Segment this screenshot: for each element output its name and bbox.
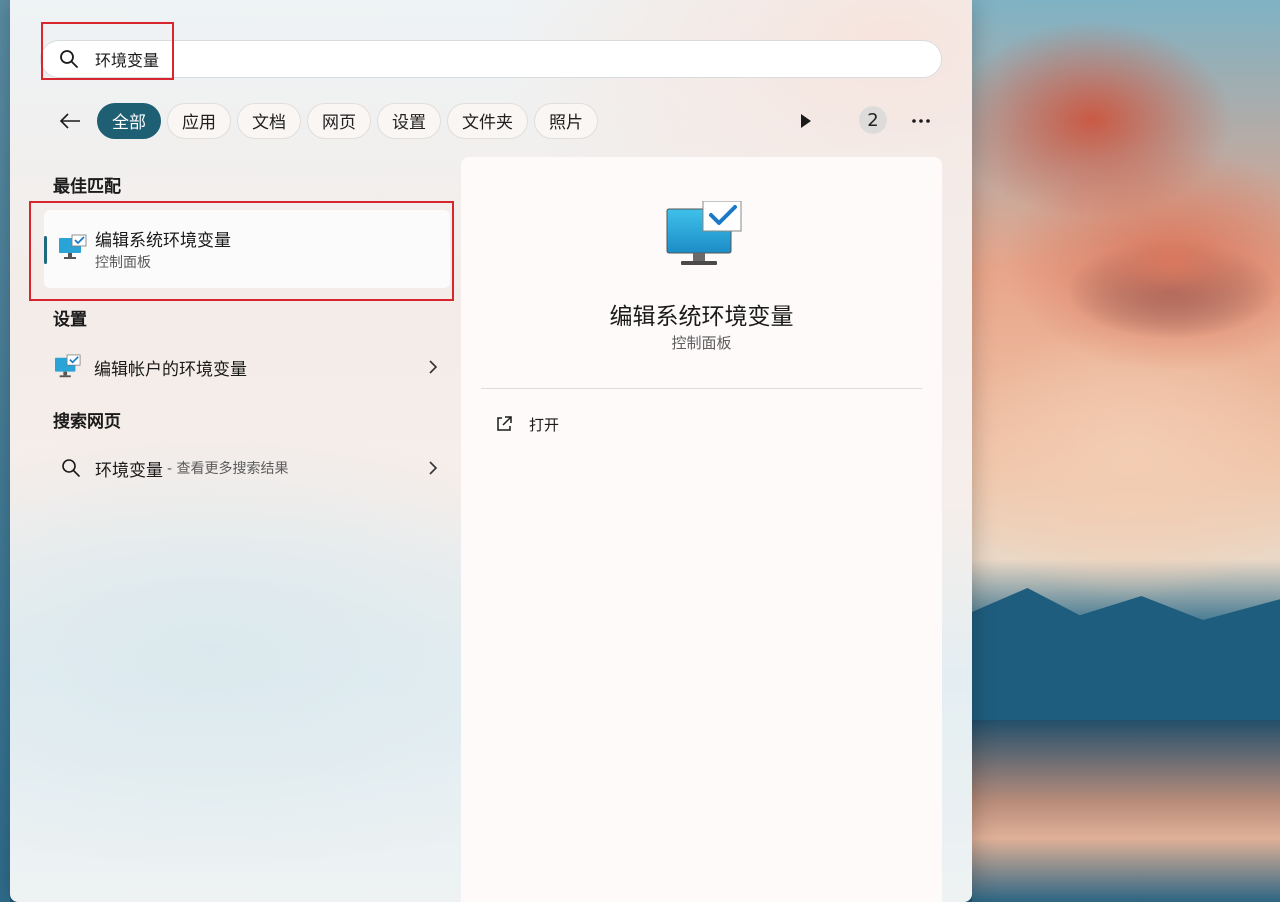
monitor-check-icon (666, 201, 742, 265)
best-match-heading: 最佳匹配 (53, 177, 121, 197)
desktop-edge (0, 0, 10, 902)
open-action[interactable]: 打开 (495, 411, 559, 437)
chevron-right-icon[interactable] (426, 460, 440, 476)
settings-heading: 设置 (53, 310, 87, 330)
result-count-badge[interactable]: 2 (859, 106, 887, 134)
more-icon[interactable] (910, 110, 932, 132)
filter-chip-documents[interactable]: 文档 (237, 102, 301, 139)
play-icon[interactable] (795, 111, 815, 131)
filter-chip-apps[interactable]: 应用 (167, 102, 231, 139)
settings-result-label: 编辑帐户的环境变量 (94, 359, 247, 380)
back-arrow-icon (59, 112, 80, 129)
detail-pane: 编辑系统环境变量 控制面板 打开 (461, 157, 942, 902)
back-button[interactable] (55, 106, 85, 136)
detail-subtitle: 控制面板 (671, 334, 732, 352)
detail-title: 编辑系统环境变量 (609, 304, 794, 330)
web-search-description: - 查看更多搜索结果 (167, 461, 289, 477)
chevron-right-icon[interactable] (426, 359, 440, 375)
search-box[interactable] (40, 40, 942, 78)
filter-chip-settings[interactable]: 设置 (377, 102, 441, 139)
web-search-result-item[interactable]: 环境变量 - 查看更多搜索结果 (61, 448, 440, 488)
search-input[interactable] (93, 48, 897, 70)
settings-result-item[interactable]: 编辑帐户的环境变量 (54, 347, 440, 387)
search-icon (62, 459, 80, 477)
filter-chip-all[interactable]: 全部 (97, 102, 161, 139)
wallpaper-lake (972, 720, 1280, 902)
open-action-label: 打开 (529, 415, 560, 434)
filter-chip-web[interactable]: 网页 (307, 102, 371, 139)
best-match-highlight-box (29, 201, 454, 301)
detail-divider (481, 388, 922, 389)
web-search-heading: 搜索网页 (53, 412, 121, 432)
monitor-check-icon (55, 354, 81, 378)
web-search-query: 环境变量 (95, 460, 163, 481)
search-highlight-box (41, 22, 174, 80)
filter-chip-photos[interactable]: 照片 (534, 102, 598, 139)
search-panel: 全部 应用 文档 网页 设置 文件夹 照片 2 最佳匹配 编辑系统环境变量 控制… (10, 0, 972, 902)
filter-bar: 全部 应用 文档 网页 设置 文件夹 照片 (55, 101, 604, 140)
filter-chip-folders[interactable]: 文件夹 (447, 102, 528, 139)
open-external-icon (497, 416, 512, 431)
